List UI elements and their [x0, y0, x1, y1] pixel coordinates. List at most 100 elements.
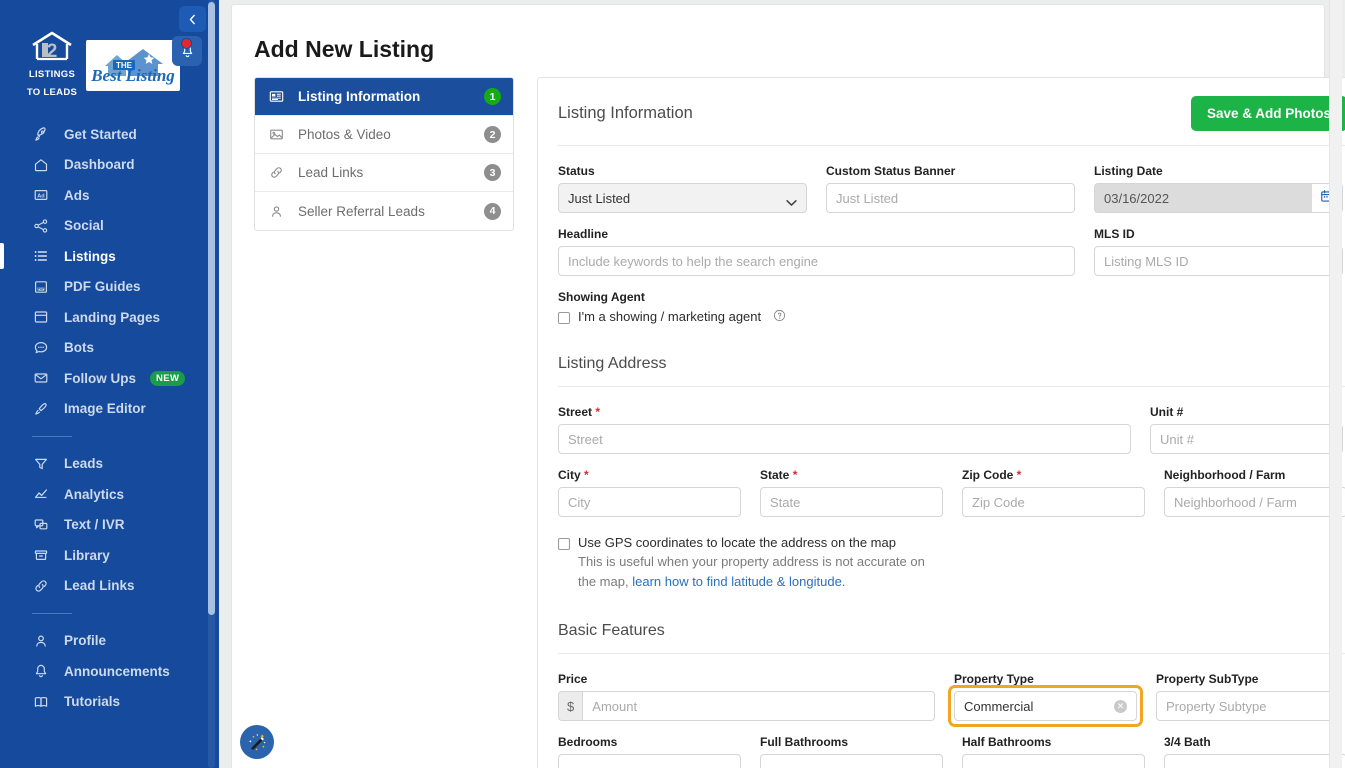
- card-title: Listing Information: [558, 104, 693, 123]
- price-currency-prefix: $: [558, 691, 582, 721]
- sidebar-item-ads[interactable]: Ad Ads: [0, 180, 219, 210]
- sidebar-brand[interactable]: 2 LISTINGS TO LEADS THE Best Listing: [0, 0, 219, 100]
- step-seller-referral-leads[interactable]: Seller Referral Leads 4: [255, 192, 513, 230]
- sidebar-item-get-started[interactable]: Get Started: [0, 119, 219, 149]
- ad-icon: Ad: [32, 186, 50, 204]
- link-icon: [32, 577, 50, 595]
- price-input[interactable]: [582, 691, 935, 721]
- new-badge: NEW: [150, 371, 185, 386]
- showing-agent-checkbox[interactable]: [558, 312, 570, 324]
- page-scrollbar[interactable]: [1329, 0, 1342, 768]
- sidebar-item-label: Ads: [64, 188, 90, 203]
- step-number-badge: 1: [484, 88, 501, 105]
- city-field: City *: [558, 468, 741, 517]
- sidebar-item-profile[interactable]: Profile: [0, 626, 219, 656]
- sidebar-item-tutorials[interactable]: Tutorials: [0, 687, 219, 717]
- sidebar-item-label: Leads: [64, 456, 103, 471]
- property-subtype-input[interactable]: [1156, 691, 1339, 721]
- magic-wand-button[interactable]: [240, 725, 274, 759]
- half-bathrooms-field: Half Bathrooms: [962, 735, 1145, 768]
- state-field: State *: [760, 468, 943, 517]
- half-bathrooms-input[interactable]: [962, 754, 1145, 768]
- clear-icon[interactable]: ✕: [1114, 700, 1127, 713]
- status-row: Status Just Listed Custo: [558, 164, 1345, 213]
- city-input[interactable]: [558, 487, 741, 517]
- full-bathrooms-input[interactable]: [760, 754, 943, 768]
- notification-dot: [181, 38, 192, 49]
- chat-icon: [32, 339, 50, 357]
- bedrooms-input[interactable]: [558, 754, 741, 768]
- sidebar-item-pdf-guides[interactable]: PDF PDF Guides: [0, 272, 219, 302]
- sidebar-item-listings[interactable]: Listings: [0, 241, 219, 271]
- neighborhood-input[interactable]: [1164, 487, 1345, 517]
- svg-text:Best Listing: Best Listing: [90, 66, 175, 85]
- home-icon: [32, 156, 50, 174]
- question-circle-icon[interactable]: [773, 309, 786, 325]
- gps-checkbox[interactable]: [558, 538, 570, 550]
- sidebar-item-dashboard[interactable]: Dashboard: [0, 150, 219, 180]
- property-type-select[interactable]: Commercial ✕: [954, 691, 1137, 721]
- rooms-row: Bedrooms Full Bathrooms Half Bathrooms: [558, 735, 1345, 768]
- sidebar-item-landing-pages[interactable]: Landing Pages: [0, 302, 219, 332]
- street-field: Street *: [558, 405, 1131, 454]
- zip-code-input[interactable]: [962, 487, 1145, 517]
- sidebar-item-social[interactable]: Social: [0, 211, 219, 241]
- card-header: Listing Information Save & Add Photos: [558, 78, 1345, 146]
- gps-checkbox-label: Use GPS coordinates to locate the addres…: [578, 535, 896, 550]
- showing-agent-checkbox-label: I'm a showing / marketing agent: [578, 309, 761, 324]
- sidebar-item-image-editor[interactable]: Image Editor: [0, 394, 219, 424]
- save-and-add-photos-button[interactable]: Save & Add Photos: [1191, 96, 1345, 131]
- zip-code-label: Zip Code *: [962, 468, 1145, 482]
- showing-agent-checkbox-row[interactable]: I'm a showing / marketing agent: [558, 309, 1345, 325]
- headline-input[interactable]: [558, 246, 1075, 276]
- status-select[interactable]: Just Listed: [558, 183, 807, 213]
- sidebar-item-announcements[interactable]: Announcements: [0, 656, 219, 686]
- step-photos-video[interactable]: Photos & Video 2: [255, 116, 513, 154]
- sidebar-item-follow-ups[interactable]: Follow Ups NEW: [0, 363, 219, 393]
- sidebar-item-analytics[interactable]: Analytics: [0, 479, 219, 509]
- person-icon: [269, 204, 285, 219]
- property-subtype-field: Property SubType: [1156, 672, 1339, 721]
- sidebar-item-label: Dashboard: [64, 157, 135, 172]
- required-marker: *: [595, 405, 600, 419]
- required-marker: *: [584, 468, 589, 482]
- window-icon: [32, 308, 50, 326]
- sidebar-item-label: Landing Pages: [64, 310, 160, 325]
- three-quarter-bath-field: 3/4 Bath: [1164, 735, 1345, 768]
- sidebar-item-label: Profile: [64, 633, 106, 648]
- state-input[interactable]: [760, 487, 943, 517]
- step-lead-links[interactable]: Lead Links 3: [255, 154, 513, 192]
- sidebar-item-lead-links[interactable]: Lead Links: [0, 571, 219, 601]
- unit-input[interactable]: [1150, 424, 1343, 454]
- sidebar-divider-2: [32, 613, 72, 614]
- sidebar-item-leads[interactable]: Leads: [0, 449, 219, 479]
- custom-status-banner-input[interactable]: [826, 183, 1075, 213]
- gps-checkbox-row[interactable]: Use GPS coordinates to locate the addres…: [558, 535, 1345, 550]
- three-quarter-bath-label: 3/4 Bath: [1164, 735, 1345, 749]
- three-quarter-bath-input[interactable]: [1164, 754, 1345, 768]
- sidebar-item-label: Library: [64, 548, 110, 563]
- step-number-badge: 2: [484, 126, 501, 143]
- sidebar-item-bots[interactable]: Bots: [0, 333, 219, 363]
- step-number-badge: 3: [484, 164, 501, 181]
- price-field: Price $: [558, 672, 935, 721]
- showing-agent-label: Showing Agent: [558, 290, 1345, 304]
- gps-description-line-2: the map,: [578, 574, 629, 589]
- pdf-icon: PDF: [32, 278, 50, 296]
- sidebar-item-label: Text / IVR: [64, 517, 125, 532]
- price-type-row: Price $ Property Type Commercial: [558, 672, 1345, 721]
- page-container: Add New Listing Listing Information 1: [231, 4, 1325, 768]
- step-listing-information[interactable]: Listing Information 1: [255, 78, 513, 116]
- step-label: Photos & Video: [298, 127, 484, 142]
- page-title: Add New Listing: [254, 20, 1302, 63]
- sidebar-item-library[interactable]: Library: [0, 540, 219, 570]
- best-listing-logo-icon: THE Best Listing: [87, 40, 179, 90]
- street-input[interactable]: [558, 424, 1131, 454]
- street-label: Street *: [558, 405, 1131, 419]
- latitude-longitude-link[interactable]: learn how to find latitude & longitude.: [632, 574, 845, 589]
- sidebar-item-text-ivr[interactable]: Text / IVR: [0, 510, 219, 540]
- chart-icon: [32, 485, 50, 503]
- brush-icon: [32, 400, 50, 418]
- mls-id-input[interactable]: [1094, 246, 1343, 276]
- mls-id-field: MLS ID: [1094, 227, 1343, 276]
